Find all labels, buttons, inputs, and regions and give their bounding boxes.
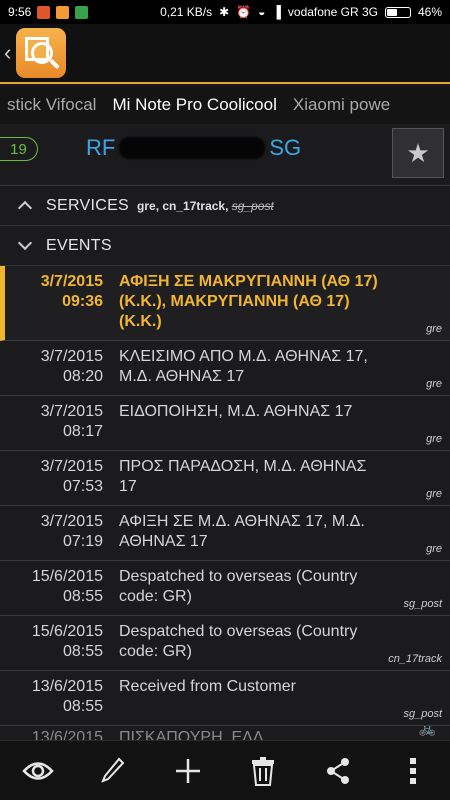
event-row[interactable]: 3/7/2015 08:17 ΕΙΔΟΠΟΙΗΣΗ, Μ.Δ. ΑΘΗΝΑΣ 17…: [0, 396, 450, 451]
bluetooth-icon: ✱: [219, 5, 230, 19]
event-source: sg_post: [403, 598, 442, 610]
wifi-icon: ◒: [258, 5, 266, 19]
event-row[interactable]: 15/6/2015 08:55 Despatched to overseas (C…: [0, 616, 450, 671]
event-datetime: 3/7/2015 09:36: [40, 273, 103, 310]
event-source: gre: [426, 488, 442, 500]
event-datetime: 3/7/2015 07:19: [40, 513, 103, 550]
tab-mi-note-pro[interactable]: Mi Note Pro Coolicool: [104, 95, 284, 115]
event-datetime: 3/7/2015 08:17: [40, 403, 103, 440]
network-speed: 0,21 KB/s: [160, 5, 213, 19]
event-source: gre: [426, 543, 442, 555]
overflow-menu-icon[interactable]: [393, 751, 433, 791]
app-bar: ‹: [0, 24, 450, 84]
event-description: ΠΡΟΣ ΠΑΡΑΔΟΣΗ, Μ.Δ. ΑΘΗΝΑΣ 17: [119, 458, 367, 495]
event-description: ΕΙΔΟΠΟΙΗΣΗ, Μ.Δ. ΑΘΗΝΑΣ 17: [119, 403, 353, 420]
events-section-header[interactable]: EVENTS: [0, 226, 450, 266]
notification-app-icon: [37, 5, 51, 19]
chevron-down-icon: [17, 235, 33, 251]
tracking-prefix: RF: [86, 135, 116, 160]
tab-xiaomi[interactable]: Xiaomi powe: [285, 95, 398, 115]
events-list: 3/7/2015 09:36 ΑΦΙΞΗ ΣΕ ΜΑΚΡΥΓΙΑΝΝΗ (ΑΘ 1…: [0, 266, 450, 750]
event-source: sg_post: [403, 708, 442, 720]
favorite-button[interactable]: ★: [392, 128, 444, 178]
event-datetime: 13/6/2015 08:55: [31, 678, 103, 715]
inactive-service: sg_post: [231, 198, 274, 213]
plus-icon[interactable]: [168, 751, 208, 791]
tab-stick-vifocal[interactable]: stick Vifocal: [0, 95, 104, 115]
bottom-action-bar: [0, 740, 450, 800]
event-description: ΑΦΙΞΗ ΣΕ ΜΑΚΡΥΓΙΑΝΝΗ (ΑΘ 17) (Κ.Κ.), ΜΑΚ…: [119, 273, 378, 330]
tab-strip: stick Vifocal Mi Note Pro Coolicool Xiao…: [0, 86, 450, 124]
services-section-header[interactable]: SERVICES gre, cn_17track, sg_post: [0, 186, 450, 226]
redacted-tracking-digits: [119, 137, 266, 159]
event-source: gre: [426, 323, 442, 335]
tracking-number[interactable]: RF SG: [86, 135, 301, 161]
event-description: Despatched to overseas (Country code: GR…: [119, 568, 358, 605]
status-bar: 9:56 0,21 KB/s ✱ ⏰ ◒ ▐ vodafone GR 3G 46…: [0, 0, 450, 24]
share-icon[interactable]: [318, 751, 358, 791]
signal-icon: ▐: [272, 5, 281, 19]
event-description: Received from Customer: [119, 678, 296, 695]
event-datetime: 3/7/2015 07:53: [40, 458, 103, 495]
battery-icon: [384, 6, 411, 18]
event-row[interactable]: 3/7/2015 07:53 ΠΡΟΣ ΠΑΡΑΔΟΣΗ, Μ.Δ. ΑΘΗΝΑΣ…: [0, 451, 450, 506]
event-description: Despatched to overseas (Country code: GR…: [119, 623, 358, 660]
tracking-suffix: SG: [269, 135, 302, 160]
event-datetime: 15/6/2015 08:55: [31, 568, 103, 605]
event-row[interactable]: 15/6/2015 08:55 Despatched to overseas (C…: [0, 561, 450, 616]
app-logo-icon[interactable]: [16, 28, 66, 78]
event-row[interactable]: 13/6/2015 08:55 Received from Customer sg…: [0, 671, 450, 726]
star-icon: ★: [406, 137, 430, 168]
trash-icon[interactable]: [243, 751, 283, 791]
chevron-up-icon: [17, 200, 33, 216]
bike-icon: 🚲: [418, 726, 436, 736]
event-datetime: 15/6/2015 08:55: [31, 623, 103, 660]
eye-icon[interactable]: [18, 751, 58, 791]
notification-app-icon: [56, 5, 70, 19]
event-description: ΚΛΕΙΣΙΜΟ ΑΠΟ Μ.Δ. ΑΘΗΝΑΣ 17, Μ.Δ. ΑΘΗΝΑΣ…: [119, 348, 368, 385]
event-source: gre: [426, 433, 442, 445]
event-datetime: 3/7/2015 08:20: [40, 348, 103, 385]
event-description: ΑΦΙΞΗ ΣΕ Μ.Δ. ΑΘΗΝΑΣ 17, Μ.Δ. ΑΘΗΝΑΣ 17: [119, 513, 365, 550]
carrier-name: vodafone GR 3G: [287, 5, 378, 19]
event-row[interactable]: 3/7/2015 08:20 ΚΛΕΙΣΙΜΟ ΑΠΟ Μ.Δ. ΑΘΗΝΑΣ 1…: [0, 341, 450, 396]
event-source: cn_17track: [388, 653, 442, 665]
alarm-icon: ⏰: [236, 5, 252, 19]
events-title: EVENTS: [46, 236, 112, 254]
services-title: SERVICES: [46, 196, 130, 214]
parcel-header: 19 RF SG ★: [0, 124, 450, 186]
event-count-badge: 19: [0, 137, 38, 161]
pencil-icon[interactable]: [93, 751, 133, 791]
event-source: gre: [426, 378, 442, 390]
battery-percent: 46%: [417, 5, 442, 19]
services-list: gre, cn_17track, sg_post: [137, 198, 274, 213]
status-time: 9:56: [8, 5, 32, 19]
event-row[interactable]: 3/7/2015 09:36 ΑΦΙΞΗ ΣΕ ΜΑΚΡΥΓΙΑΝΝΗ (ΑΘ 1…: [0, 266, 450, 341]
notification-play-icon: [75, 5, 89, 19]
back-chevron-icon[interactable]: ‹: [4, 40, 16, 66]
event-row[interactable]: 3/7/2015 07:19 ΑΦΙΞΗ ΣΕ Μ.Δ. ΑΘΗΝΑΣ 17, Μ…: [0, 506, 450, 561]
